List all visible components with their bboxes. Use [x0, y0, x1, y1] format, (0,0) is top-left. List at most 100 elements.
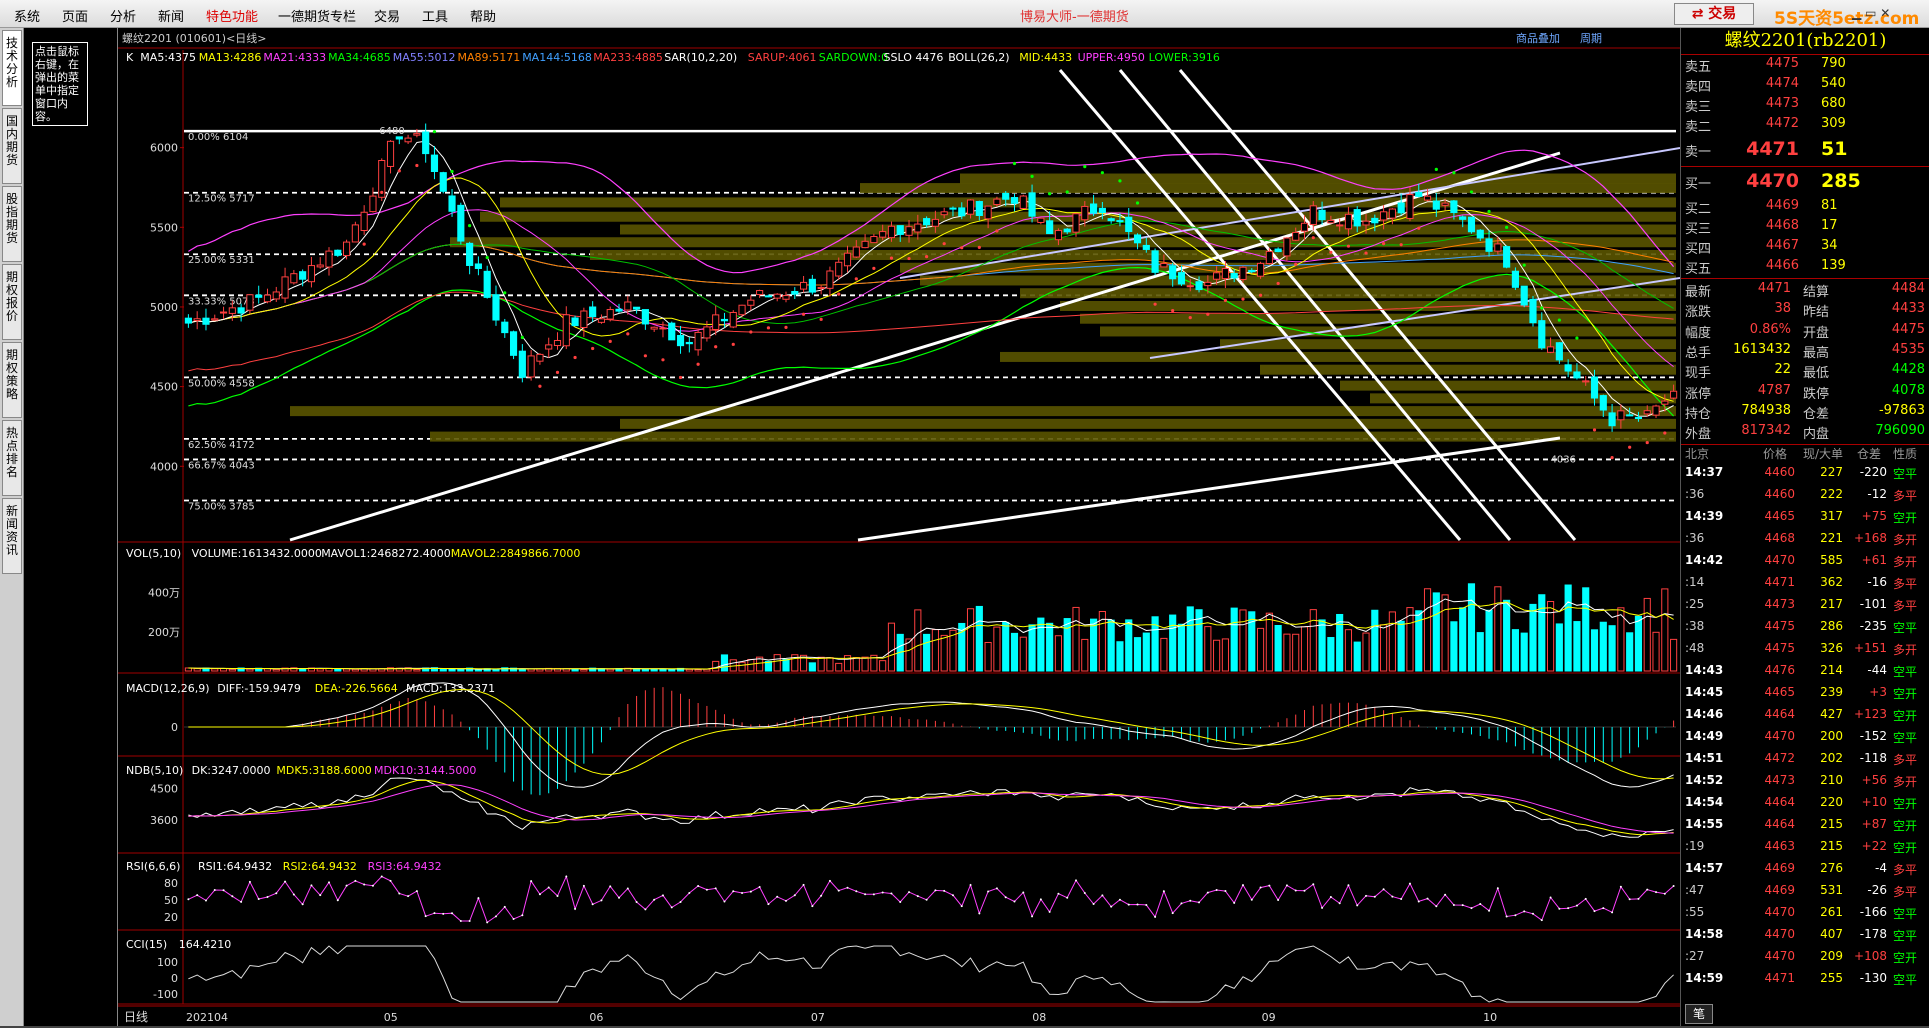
period-label: 日线: [124, 1010, 148, 1024]
candle-body: [343, 241, 351, 257]
side-tab-options-strategy[interactable]: 期权策略: [2, 342, 22, 418]
rsi-dot: [600, 899, 603, 902]
side-tab-hot[interactable]: 热点排名: [2, 420, 22, 496]
menu-tools[interactable]: 工具: [422, 6, 448, 25]
candle-body: [1652, 405, 1660, 416]
candle-body: [1564, 364, 1572, 372]
rsi-dot: [1039, 898, 1042, 901]
tick-oi-change: +123: [1854, 707, 1887, 721]
rsi-dot: [828, 879, 831, 882]
menu-page[interactable]: 页面: [62, 6, 88, 25]
menu-help[interactable]: 帮助: [470, 6, 496, 25]
menu-system[interactable]: 系统: [14, 6, 40, 25]
volume-bar: [351, 668, 359, 672]
volume-bar: [448, 668, 456, 672]
macd-header: DEA:-226.5664: [315, 682, 398, 695]
candle-body: [1309, 205, 1317, 225]
rsi-dot: [389, 879, 392, 882]
candle-body: [1292, 231, 1300, 241]
rsi-dot: [284, 880, 287, 883]
volume-bar: [738, 661, 746, 672]
menu-special[interactable]: 特色功能: [206, 6, 258, 25]
candle-body: [228, 307, 236, 314]
sar-dot: [1364, 251, 1368, 255]
bid-row: 买二 4469 81: [1681, 198, 1929, 218]
volume-bar: [1318, 619, 1326, 672]
sar-dot: [678, 375, 683, 380]
tick-row: :27 4470 209 +108 空开: [1681, 949, 1929, 971]
side-tab-options-quote[interactable]: 期权报价: [2, 264, 22, 340]
ask-row: 卖一 4471 51: [1681, 138, 1929, 166]
sar-dot: [1188, 316, 1192, 320]
volume-bar: [1423, 588, 1432, 672]
chart-area[interactable]: 螺纹2201 (010601)<日线> 商品叠加 周期 0.00% 6104 12.50…: [118, 28, 1680, 1026]
side-tab-domestic[interactable]: 国内期货: [2, 108, 22, 184]
tick-row: 14:51 4472 202 -118 多平: [1681, 751, 1929, 773]
rsi-dot: [670, 906, 673, 909]
side-tab-tech[interactable]: 技术分析: [2, 30, 22, 106]
ask-price: 4474: [1765, 76, 1799, 91]
candle-body: [668, 322, 676, 341]
menu-yide-column[interactable]: 一德期货专栏: [278, 6, 356, 25]
volume-bar: [1485, 609, 1493, 672]
tick-oi-change: +168: [1854, 531, 1887, 545]
sar-dot: [591, 346, 595, 351]
restore-icon[interactable]: ▭: [1865, 6, 1876, 20]
minimize-icon[interactable]: ▁: [1852, 6, 1861, 20]
rsi-dot: [1611, 911, 1614, 914]
side-tab-index[interactable]: 股指期货: [2, 186, 22, 262]
divider: [1681, 54, 1929, 55]
candle-body: [501, 321, 509, 334]
rsi-dot: [1505, 915, 1508, 918]
close-icon[interactable]: ✕: [1880, 6, 1890, 20]
side-tab-news[interactable]: 新闻资讯: [2, 498, 22, 574]
quote-label: 最低: [1803, 366, 1830, 382]
tick-time: :25: [1685, 597, 1705, 611]
hint-box: 点击鼠标右键，在弹出的菜单中指定窗口内容。: [32, 42, 88, 126]
link-period: 周期: [1580, 32, 1602, 45]
tick-row: :36 4460 222 -12 多平: [1681, 487, 1929, 509]
tick-oi-change: -235: [1859, 619, 1887, 633]
trade-button[interactable]: ⇄ 交易: [1674, 3, 1754, 25]
menu-analysis[interactable]: 分析: [110, 6, 136, 25]
ask-row: 卖四 4474 540: [1681, 76, 1929, 96]
kline-chart[interactable]: 螺纹2201 (010601)<日线> 商品叠加 周期 0.00% 6104 12.50…: [118, 28, 1680, 1026]
rsi-dot: [231, 895, 234, 898]
rsi-dot: [908, 891, 911, 894]
tick-time: 14:43: [1685, 663, 1724, 677]
tick-type: 多平: [1893, 577, 1918, 591]
tick-price: 4465: [1764, 509, 1795, 523]
candle-body: [1177, 272, 1186, 285]
quote-label: 结算: [1803, 285, 1830, 300]
vol-tick: 400万: [148, 587, 180, 600]
rsi-dot: [468, 919, 471, 922]
rsi-dot: [1136, 903, 1139, 906]
rsi-dot: [1593, 910, 1596, 913]
tick-volume: 217: [1820, 597, 1843, 611]
candle-body: [738, 304, 746, 316]
menu-trade[interactable]: 交易: [374, 6, 400, 25]
tick-type: 多平: [1893, 489, 1918, 503]
bottom-tab[interactable]: 笔: [1685, 1004, 1713, 1024]
candle-body: [413, 133, 421, 136]
tick-row: :19 4463 215 +22 空开: [1681, 839, 1929, 861]
quote-row: 总手 1613432 最高 4535: [1681, 342, 1929, 362]
candle-body: [1388, 208, 1396, 219]
candle-body: [782, 295, 790, 300]
quote-value: 4078: [1891, 382, 1925, 398]
rsi-dot: [1312, 883, 1315, 886]
candle-body: [597, 318, 606, 323]
tick-price: 4470: [1764, 927, 1795, 941]
menu-news[interactable]: 新闻: [158, 6, 184, 25]
window-controls[interactable]: ▁ ▭ ✕: [1852, 6, 1890, 20]
rsi-dot: [1426, 897, 1429, 900]
volume-bar: [1608, 625, 1616, 672]
volume-bar: [1133, 637, 1142, 672]
volume-bar: [808, 662, 816, 672]
candle-body: [931, 218, 939, 227]
volume-bar: [1397, 620, 1405, 672]
rsi-dot: [354, 879, 357, 882]
ask-label: 卖一: [1685, 145, 1712, 160]
sar-dot: [1329, 250, 1333, 254]
rsi-dot: [609, 885, 612, 888]
